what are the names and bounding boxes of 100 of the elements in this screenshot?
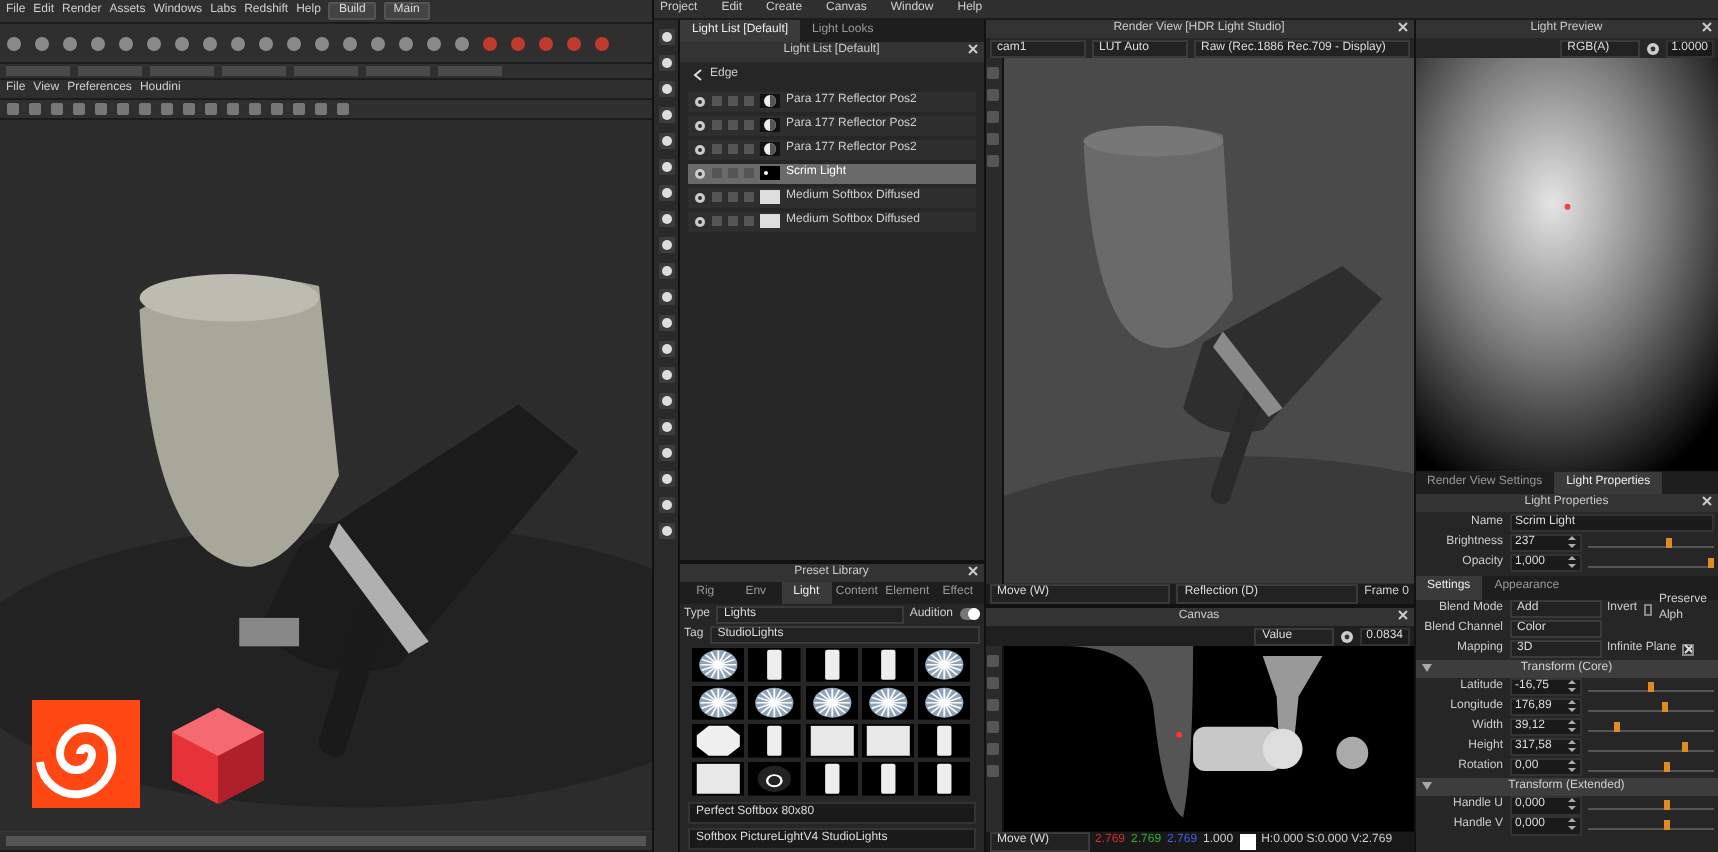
checkbox[interactable]: [1643, 603, 1653, 616]
light-preset-thumbnail[interactable]: [918, 724, 971, 758]
settings-icon[interactable]: [1340, 629, 1355, 644]
light-preset-thumbnail[interactable]: [692, 761, 745, 796]
toggle-box[interactable]: [744, 216, 754, 227]
close-icon[interactable]: [1397, 610, 1407, 620]
toggle-box[interactable]: [712, 216, 722, 227]
light-preset-thumbnail[interactable]: [805, 686, 858, 720]
light-preset-thumbnail[interactable]: [861, 724, 915, 758]
slider-thumb[interactable]: [1647, 682, 1654, 693]
light-preset-thumbnail[interactable]: [748, 686, 802, 720]
toggle-box[interactable]: [728, 120, 738, 131]
slider-thumb[interactable]: [1681, 742, 1688, 753]
slider-thumb[interactable]: [1665, 537, 1672, 548]
light-preset-thumbnail[interactable]: [918, 761, 971, 796]
light-thumbnail: [760, 94, 780, 109]
toggle-box[interactable]: [712, 120, 722, 131]
spin-icon[interactable]: [1567, 680, 1575, 693]
slider[interactable]: [1587, 702, 1714, 713]
spin-icon[interactable]: [1567, 760, 1575, 773]
slider[interactable]: [1587, 722, 1714, 733]
toggle-box[interactable]: [712, 96, 722, 107]
spin-icon[interactable]: [1567, 535, 1575, 548]
light-preset-thumbnail[interactable]: [861, 761, 915, 796]
light-preset-thumbnail[interactable]: [748, 724, 802, 758]
audition-switch[interactable]: [959, 608, 979, 621]
light-preset-thumbnail[interactable]: [805, 761, 858, 796]
light-tool-icon[interactable]: [657, 158, 675, 177]
checkbox[interactable]: [1682, 643, 1695, 656]
slider[interactable]: [1587, 762, 1714, 773]
toggle-box[interactable]: [744, 120, 754, 131]
toggle-box[interactable]: [744, 96, 754, 107]
light-tool-icon[interactable]: [657, 28, 675, 47]
spin-icon[interactable]: [1567, 818, 1575, 831]
light-tool-icon[interactable]: [657, 340, 675, 359]
light-tool-icon[interactable]: [657, 132, 675, 151]
toggle-box[interactable]: [744, 144, 754, 155]
slider[interactable]: [1587, 820, 1714, 831]
close-icon[interactable]: [1397, 22, 1407, 33]
light-tool-icon[interactable]: [657, 184, 675, 203]
light-tool-icon[interactable]: [657, 522, 675, 541]
light-tool-icon[interactable]: [657, 496, 675, 515]
toggle-box[interactable]: [744, 192, 754, 203]
light-tool-icon[interactable]: [657, 418, 675, 437]
light-tool-icon[interactable]: [657, 444, 675, 463]
light-tool-icon[interactable]: [657, 470, 675, 489]
light-tool-icon[interactable]: [657, 80, 675, 99]
spiral-logo-icon: [32, 700, 140, 808]
close-icon[interactable]: [967, 44, 977, 55]
toggle-box[interactable]: [712, 144, 722, 155]
light-tool-icon[interactable]: [657, 366, 675, 385]
spin-icon[interactable]: [1567, 720, 1575, 733]
light-tool-icon[interactable]: [657, 54, 675, 73]
toggle-box[interactable]: [728, 96, 738, 107]
close-icon[interactable]: [1702, 496, 1712, 507]
spin-icon[interactable]: [1567, 740, 1575, 753]
light-preset-thumbnail[interactable]: [918, 686, 971, 720]
slider-thumb[interactable]: [1663, 762, 1670, 773]
slider[interactable]: [1587, 742, 1714, 753]
spin-icon[interactable]: [1567, 555, 1575, 568]
light-preset-thumbnail[interactable]: [805, 648, 858, 683]
slider[interactable]: [1587, 800, 1714, 811]
slider[interactable]: [1587, 682, 1714, 693]
caret-icon[interactable]: [1421, 663, 1431, 672]
light-preset-thumbnail[interactable]: [748, 761, 802, 796]
light-tool-icon[interactable]: [657, 106, 675, 125]
light-preset-thumbnail[interactable]: [692, 648, 745, 683]
spin-icon[interactable]: [1567, 700, 1575, 713]
slider-thumb[interactable]: [1662, 702, 1668, 713]
light-preset-thumbnail[interactable]: [692, 686, 745, 720]
slider[interactable]: [1587, 557, 1714, 568]
slider-thumb[interactable]: [1663, 800, 1670, 811]
light-tool-icon[interactable]: [657, 392, 675, 411]
color-swatch: [1239, 834, 1256, 850]
light-tool-icon[interactable]: [657, 288, 675, 307]
slider-thumb[interactable]: [1708, 557, 1714, 568]
toggle-box[interactable]: [712, 192, 722, 203]
spin-icon[interactable]: [1567, 798, 1575, 811]
light-preset-thumbnail[interactable]: [748, 648, 802, 683]
close-icon[interactable]: [1702, 22, 1712, 33]
toggle-box[interactable]: [728, 192, 738, 203]
light-preset-thumbnail[interactable]: [861, 648, 915, 683]
light-tool-icon[interactable]: [657, 210, 675, 229]
slider-thumb[interactable]: [1663, 820, 1670, 831]
light-preset-thumbnail[interactable]: [861, 686, 915, 720]
light-preset-thumbnail[interactable]: [805, 724, 858, 758]
settings-icon[interactable]: [1645, 41, 1660, 56]
light-tool-icon[interactable]: [657, 262, 675, 281]
light-thumbnail: [760, 166, 780, 181]
light-preset-thumbnail[interactable]: [692, 724, 745, 758]
close-icon[interactable]: [967, 566, 977, 576]
caret-icon[interactable]: [1421, 781, 1431, 790]
light-preset-thumbnail[interactable]: [918, 648, 971, 683]
light-tool-icon[interactable]: [657, 236, 675, 255]
back-icon[interactable]: [692, 68, 704, 83]
slider-thumb[interactable]: [1613, 722, 1620, 733]
light-tool-icon[interactable]: [657, 314, 675, 333]
toggle-box[interactable]: [728, 144, 738, 155]
slider[interactable]: [1587, 537, 1714, 548]
toggle-box[interactable]: [728, 216, 738, 227]
